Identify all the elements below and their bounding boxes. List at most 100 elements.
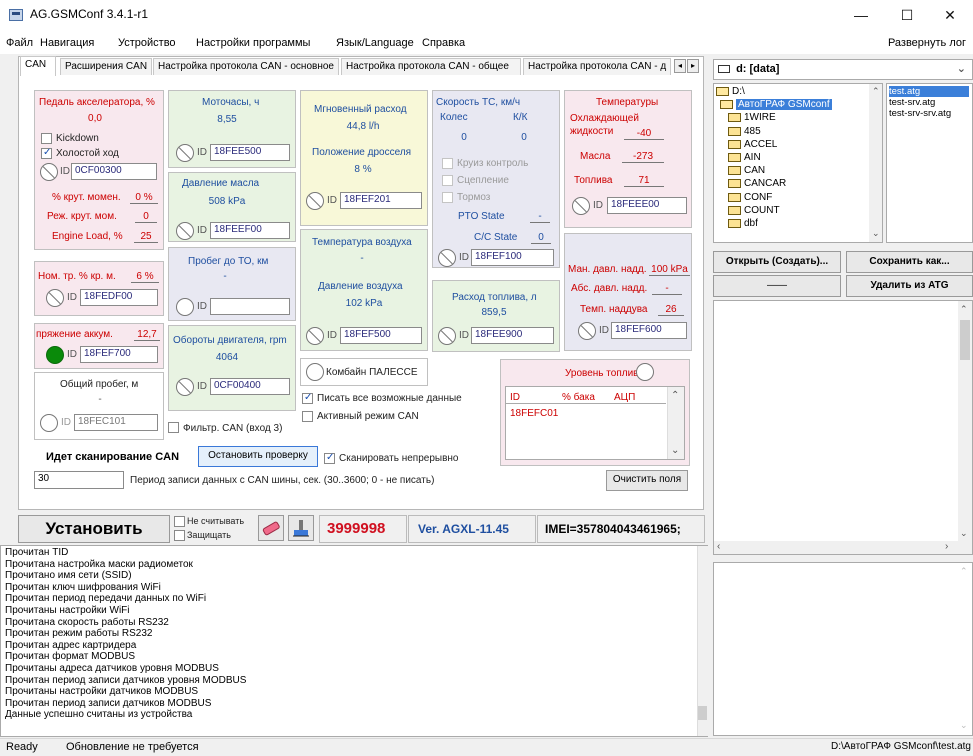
log-scroll-thumb[interactable] — [698, 706, 707, 720]
motohours-id-input[interactable]: 18FEE500 — [210, 144, 290, 161]
table-row[interactable]: 18FEFC01 — [510, 408, 558, 419]
tab-scroll-left[interactable]: ◂ — [674, 59, 686, 73]
fuel-consumption-sensor-icon[interactable] — [438, 327, 456, 345]
throttle-sensor-icon[interactable] — [306, 192, 324, 210]
pedal-id-input[interactable]: 0CF00300 — [71, 163, 157, 180]
tab-scroll-right[interactable]: ▸ — [687, 59, 699, 73]
scroll-up-icon[interactable]: ⌃ — [671, 390, 679, 401]
battery-sensor-icon[interactable] — [46, 346, 64, 364]
eraser-button[interactable] — [258, 515, 284, 541]
battery-id-input[interactable]: 18FEF700 — [80, 346, 158, 363]
tree-folder-item[interactable]: COUNT — [728, 205, 780, 217]
save-as-button[interactable]: Сохранить как... — [846, 251, 973, 273]
tree-folder-item[interactable]: CANCAR — [728, 178, 786, 190]
tree-folder-item[interactable]: 485 — [728, 126, 761, 138]
tree-scroll-up-icon[interactable]: ⌃ — [872, 86, 880, 97]
description-pane[interactable] — [713, 562, 973, 736]
scan-continuously-checkbox[interactable] — [324, 452, 335, 464]
throttle-id-input[interactable]: 18FEF201 — [340, 192, 422, 209]
filter-checkbox[interactable] — [168, 422, 179, 433]
menu-file[interactable]: Файл — [6, 37, 33, 49]
file-list-item[interactable]: test-srv-srv.atg — [889, 108, 951, 119]
temperatures-sensor-icon[interactable] — [572, 197, 590, 215]
tree-scrollbar[interactable] — [869, 84, 882, 242]
service-id-input[interactable] — [210, 298, 290, 315]
tree-folder-item[interactable]: 1WIRE — [728, 112, 776, 124]
tab-can-protocol-general[interactable]: Настройка протокола CAN - общее — [341, 58, 521, 75]
hscroll-left-icon[interactable]: ‹ — [717, 541, 720, 552]
odometer-sensor-icon[interactable] — [40, 414, 58, 432]
menu-help[interactable]: Справка — [422, 37, 465, 49]
speed-sensor-icon[interactable] — [438, 249, 456, 267]
fuel-level-radio[interactable] — [636, 363, 654, 381]
rpm-sensor-icon[interactable] — [176, 378, 194, 396]
delete-from-atg-button[interactable]: Удалить из ATG — [846, 275, 973, 297]
tree-drive-root[interactable]: D:\ — [716, 86, 745, 98]
tree-folder-item[interactable]: CONF — [728, 192, 772, 204]
properties-scroll-up-icon[interactable]: ⌃ — [960, 304, 968, 315]
brake-checkbox[interactable] — [442, 192, 453, 203]
write-all-checkbox[interactable] — [302, 392, 313, 404]
palesse-radio[interactable] — [306, 363, 324, 381]
abs-pressure-value: - — [652, 283, 682, 295]
cruise-checkbox[interactable] — [442, 158, 453, 169]
tab-can[interactable]: CAN — [20, 56, 56, 76]
nominal-id-input[interactable]: 18FEDF00 — [80, 289, 158, 306]
kickdown-checkbox[interactable] — [41, 133, 52, 144]
tab-can-extensions[interactable]: Расширения CAN — [60, 58, 152, 75]
stop-check-button[interactable]: Остановить проверку — [198, 446, 318, 467]
active-mode-checkbox[interactable] — [302, 411, 313, 422]
boost-sensor-icon[interactable] — [578, 322, 596, 340]
idle-checkbox[interactable] — [41, 147, 52, 159]
menu-language[interactable]: Язык/Language — [336, 37, 414, 49]
close-button[interactable]: ✕ — [927, 0, 973, 30]
nominal-sensor-icon[interactable] — [46, 289, 64, 307]
tree-folder-item[interactable]: АвтоГРАФ GSMconf — [720, 99, 832, 111]
fuel-consumption-id-input[interactable]: 18FEE900 — [471, 327, 554, 344]
hscroll-right-icon[interactable]: › — [945, 541, 948, 552]
open-create-button[interactable]: Открыть (Создать)... — [713, 251, 841, 273]
boost-id-input[interactable]: 18FEF600 — [611, 322, 687, 339]
properties-scroll-thumb[interactable] — [960, 320, 970, 360]
file-list-item[interactable]: test.atg — [889, 86, 969, 97]
tree-folder-item[interactable]: AIN — [728, 152, 761, 164]
oil-pressure-id-input[interactable]: 18FEEF00 — [210, 222, 290, 239]
menu-navigation[interactable]: Навигация — [40, 37, 94, 49]
motohours-sensor-icon[interactable] — [176, 144, 194, 162]
clear-fields-button[interactable]: Очистить поля — [606, 470, 688, 491]
temperatures-id-input[interactable]: 18FEEE00 — [607, 197, 687, 214]
maximize-button[interactable]: ☐ — [884, 0, 930, 30]
drive-select[interactable]: d: [data] ⌄ — [713, 59, 973, 80]
app-icon — [9, 9, 23, 21]
properties-hscrollbar[interactable] — [714, 541, 958, 554]
menu-settings[interactable]: Настройки программы — [196, 37, 310, 49]
oil-pressure-sensor-icon[interactable] — [176, 222, 194, 240]
speed-id-input[interactable]: 18FEF100 — [471, 249, 554, 266]
period-input[interactable]: 30 — [34, 471, 124, 489]
file-list-item[interactable]: test-srv.atg — [889, 97, 935, 108]
air-sensor-icon[interactable] — [306, 327, 324, 345]
expand-log-button[interactable]: Развернуть лог — [888, 37, 966, 49]
tree-folder-item[interactable]: CAN — [728, 165, 765, 177]
odometer-id-input[interactable]: 18FEC101 — [74, 414, 158, 431]
scroll-down-icon[interactable]: ⌄ — [671, 445, 679, 456]
menu-device[interactable]: Устройство — [118, 37, 176, 49]
service-sensor-icon[interactable] — [176, 298, 194, 316]
tab-can-protocol-main[interactable]: Настройка протокола CAN - основное — [153, 58, 339, 75]
minimize-button[interactable]: — — [838, 0, 884, 30]
air-id-input[interactable]: 18FEF500 — [340, 327, 422, 344]
install-button[interactable]: Установить — [18, 515, 170, 543]
protect-checkbox[interactable] — [174, 530, 185, 541]
tree-folder-item[interactable]: dbf — [728, 218, 758, 230]
write-button[interactable] — [288, 515, 314, 541]
rpm-id-input[interactable]: 0CF00400 — [210, 378, 290, 395]
clutch-checkbox[interactable] — [442, 175, 453, 186]
tab-can-protocol-extra[interactable]: Настройка протокола CAN - д — [523, 58, 671, 75]
properties-pane[interactable] — [713, 300, 973, 555]
tree-folder-item[interactable]: ACCEL — [728, 139, 777, 151]
pedal-sensor-icon[interactable] — [40, 163, 58, 181]
dash-button[interactable]: —— — [713, 275, 841, 297]
properties-scroll-down-icon[interactable]: ⌄ — [960, 528, 968, 539]
tree-scroll-down-icon[interactable]: ⌄ — [872, 228, 880, 239]
no-read-checkbox[interactable] — [174, 516, 185, 527]
